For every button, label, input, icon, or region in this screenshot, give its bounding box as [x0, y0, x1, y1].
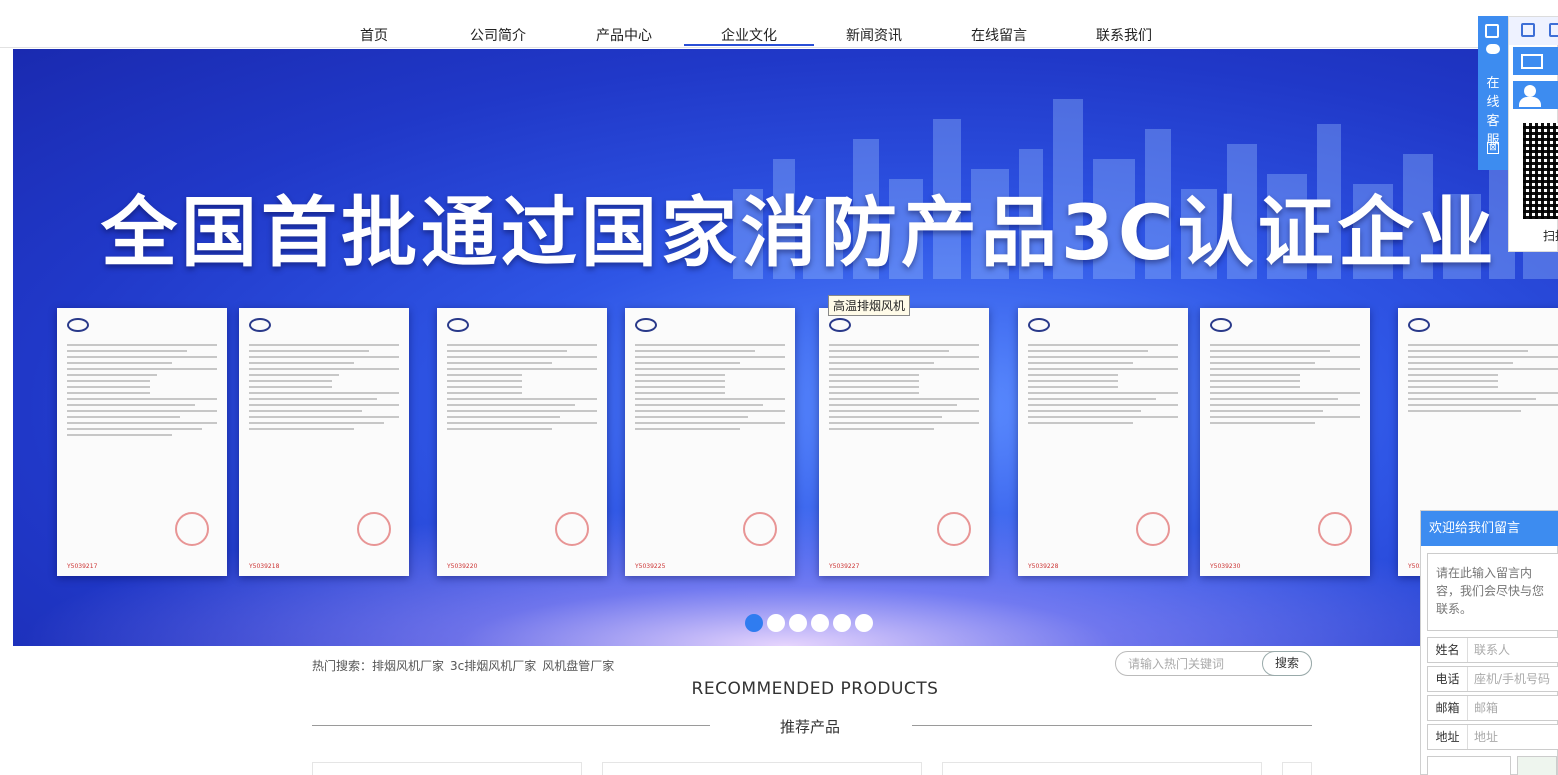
hot-search-link[interactable]: 排烟风机厂家	[372, 659, 444, 673]
certificate-serial: Y5039225	[635, 563, 666, 570]
online-service-tab[interactable]: 在线客服 ⊠	[1478, 16, 1508, 170]
certificate-serial: Y5039218	[249, 563, 280, 570]
search-button[interactable]: 搜索	[1262, 651, 1312, 676]
name-input[interactable]	[1474, 642, 1558, 658]
red-seal-icon	[357, 512, 391, 546]
ccc-logo-icon	[249, 318, 271, 332]
certificate-serial: Y5039217	[67, 563, 98, 570]
search-box: 搜索	[1115, 651, 1312, 676]
save-icon	[1485, 24, 1499, 38]
name-label: 姓名	[1428, 638, 1468, 662]
address-label: 地址	[1428, 725, 1468, 749]
nav-home[interactable]: 首页	[346, 26, 402, 46]
slider-dot-4[interactable]	[811, 614, 829, 632]
nav-online-message[interactable]: 在线留言	[966, 26, 1032, 46]
address-input[interactable]	[1474, 729, 1558, 745]
red-seal-icon	[175, 512, 209, 546]
certificate-card: Y5039217	[57, 308, 227, 576]
nav-contact[interactable]: 联系我们	[1091, 26, 1157, 46]
ccc-logo-icon	[1210, 318, 1232, 332]
product-card[interactable]	[1282, 762, 1312, 775]
nav-company-profile[interactable]: 公司简介	[466, 26, 530, 46]
certificate-card: Y5039230	[1200, 308, 1370, 576]
hot-search-label: 热门搜索：	[312, 659, 373, 673]
red-seal-icon	[555, 512, 589, 546]
certificate-serial: Y5039230	[1210, 563, 1241, 570]
certificate-card: Y5039227	[819, 308, 989, 576]
banner-title: 全国首批通过国家消防产品3C认证企业	[101, 188, 1498, 277]
ccc-logo-icon	[1408, 318, 1430, 332]
certificate-card: Y5039218	[239, 308, 409, 576]
slider-dot-1[interactable]	[745, 614, 763, 632]
captcha-input[interactable]	[1427, 756, 1511, 775]
qr-code-image	[1523, 123, 1558, 219]
ccc-logo-icon	[829, 318, 851, 332]
close-icon[interactable]: ⊠	[1487, 142, 1499, 154]
slider-dot-3[interactable]	[789, 614, 807, 632]
chat-bubble-icon	[1486, 44, 1500, 54]
online-service-label: 在线客服	[1486, 76, 1500, 148]
top-nav: 首页 公司简介 产品中心 企业文化 新闻资讯 在线留言 联系我们	[0, 0, 1558, 48]
red-seal-icon	[1318, 512, 1352, 546]
contact-person-button[interactable]	[1513, 81, 1558, 109]
red-seal-icon	[743, 512, 777, 546]
nav-products[interactable]: 产品中心	[591, 26, 657, 46]
certificate-serial: Y5039228	[1028, 563, 1059, 570]
product-card[interactable]	[602, 762, 922, 775]
address-field: 地址	[1427, 724, 1558, 750]
hero-banner[interactable]: 全国首批通过国家消防产品3C认证企业 Y5039217 Y5039218 Y50…	[13, 49, 1558, 646]
slider-pagination	[745, 614, 873, 632]
window-restore-icon[interactable]	[1521, 23, 1535, 37]
product-card[interactable]	[942, 762, 1262, 775]
message-panel: 欢迎给我们留言 姓名 电话 邮箱 地址	[1420, 510, 1558, 775]
email-label: 邮箱	[1428, 696, 1468, 720]
certificate-card: Y5039228	[1018, 308, 1188, 576]
product-card[interactable]	[312, 762, 582, 775]
certificate-serial: Y5039227	[829, 563, 860, 570]
window-icon[interactable]	[1549, 23, 1558, 37]
phone-label: 电话	[1428, 667, 1468, 691]
page: 首页 公司简介 产品中心 企业文化 新闻资讯 在线留言 联系我们 全国首批通过国…	[0, 0, 1558, 775]
slider-dot-6[interactable]	[855, 614, 873, 632]
section-title-en: RECOMMENDED PRODUCTS	[691, 679, 939, 699]
certificate-card: Y5039220	[437, 308, 607, 576]
slider-dot-2[interactable]	[767, 614, 785, 632]
red-seal-icon	[1136, 512, 1170, 546]
phone-input[interactable]	[1474, 671, 1558, 687]
email-input[interactable]	[1474, 700, 1558, 716]
nav-news[interactable]: 新闻资讯	[841, 26, 907, 46]
envelope-icon	[1521, 54, 1543, 69]
section-title-cn: 推荐产品	[780, 718, 841, 736]
message-content-input[interactable]	[1427, 553, 1558, 631]
online-service-panel: 扫描	[1508, 16, 1558, 252]
hot-search: 热门搜索：排烟风机厂家 3c排烟风机厂家 风机盘管厂家	[312, 657, 620, 674]
email-field: 邮箱	[1427, 695, 1558, 721]
red-seal-icon	[937, 512, 971, 546]
hot-search-link[interactable]: 风机盘管厂家	[542, 659, 614, 673]
user-icon	[1524, 85, 1536, 97]
qr-label: 扫描	[1543, 229, 1558, 243]
panel-toolbar	[1509, 17, 1558, 45]
phone-field: 电话	[1427, 666, 1558, 692]
ccc-logo-icon	[67, 318, 89, 332]
banner-tooltip: 高温排烟风机	[828, 295, 911, 316]
name-field: 姓名	[1427, 637, 1558, 663]
divider-line	[912, 725, 1312, 726]
ccc-logo-icon	[1028, 318, 1050, 332]
email-button[interactable]	[1513, 47, 1558, 75]
ccc-logo-icon	[447, 318, 469, 332]
hot-search-link[interactable]: 3c排烟风机厂家	[450, 659, 536, 673]
user-icon-body	[1519, 97, 1541, 107]
message-panel-header[interactable]: 欢迎给我们留言	[1421, 511, 1558, 546]
certificate-card: Y5039225	[625, 308, 795, 576]
nav-culture[interactable]: 企业文化	[684, 26, 814, 46]
ccc-logo-icon	[635, 318, 657, 332]
divider-line	[312, 725, 710, 726]
slider-dot-5[interactable]	[833, 614, 851, 632]
search-input[interactable]	[1128, 656, 1258, 672]
certificate-serial: Y5039220	[447, 563, 478, 570]
captcha-image[interactable]	[1517, 756, 1557, 775]
